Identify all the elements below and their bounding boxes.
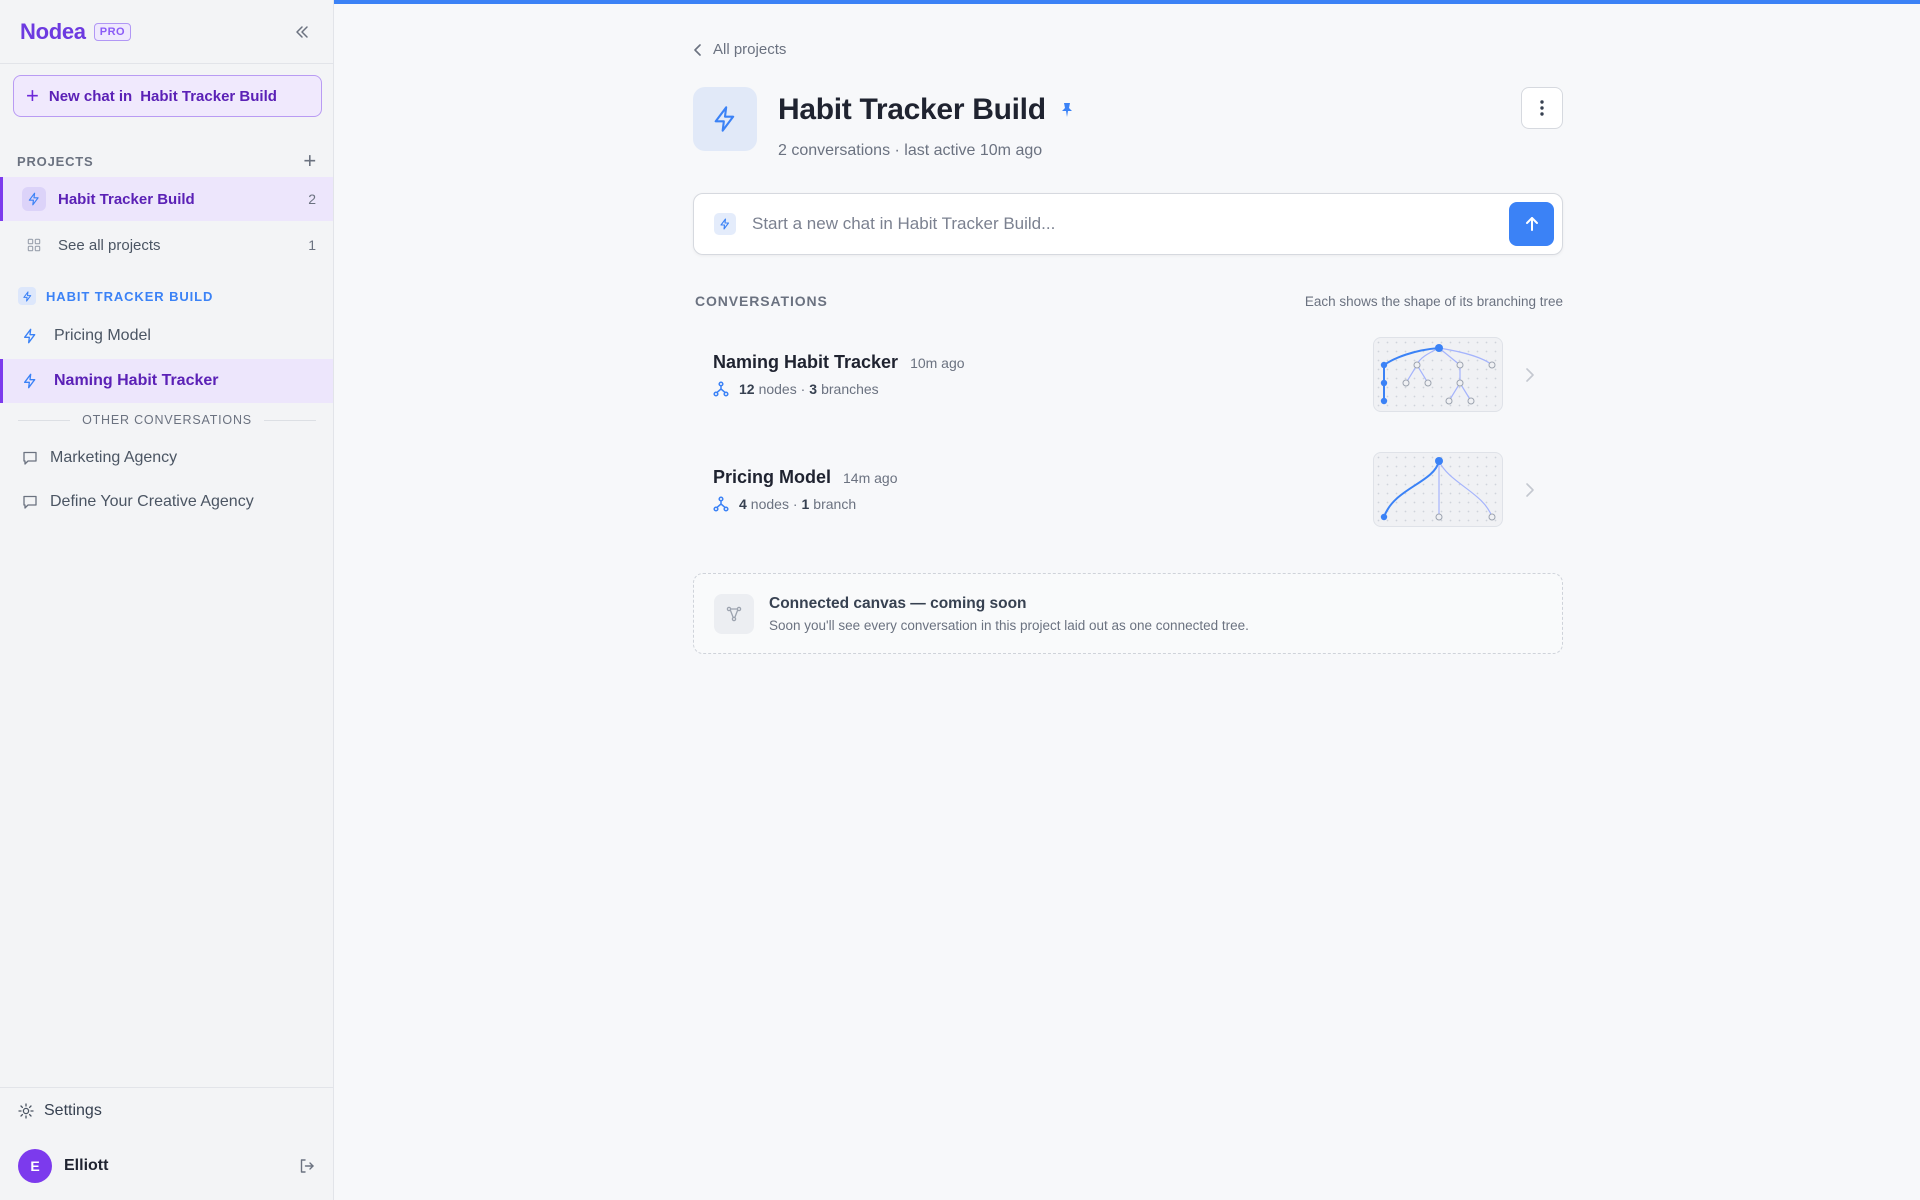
conversation-title: Naming Habit Tracker xyxy=(713,352,899,372)
tree-thumbnail xyxy=(1373,452,1503,527)
sidebar-project-label: Habit Tracker Build xyxy=(58,190,195,208)
top-progress-bar xyxy=(334,0,1920,4)
conversation-name: Pricing Model 14m ago xyxy=(713,467,898,488)
nodes-label: nodes · xyxy=(750,496,798,512)
send-button[interactable] xyxy=(1509,202,1554,246)
conversation-time: 10m ago xyxy=(910,355,965,371)
sidebar-see-all-projects[interactable]: See all projects 1 xyxy=(0,223,333,267)
chat-bubble-icon xyxy=(22,494,38,510)
node-count: 12 xyxy=(739,381,755,397)
page-title: Habit Tracker Build xyxy=(778,93,1074,127)
branch-icon xyxy=(713,496,729,512)
connected-canvas-notice: Connected canvas — coming soon Soon you'… xyxy=(693,573,1563,654)
collapse-sidebar-button[interactable] xyxy=(291,21,313,43)
pro-badge: PRO xyxy=(93,22,132,41)
user-name: Elliott xyxy=(64,1157,109,1174)
gear-icon xyxy=(18,1103,34,1119)
conversation-stats: 12 nodes · 3 branches xyxy=(713,381,879,397)
app-logo[interactable]: Nodea xyxy=(20,19,86,45)
chevron-left-icon xyxy=(693,43,703,56)
node-count: 4 xyxy=(739,496,747,512)
bolt-icon xyxy=(22,373,40,389)
conversation-title: Pricing Model xyxy=(713,467,832,487)
chat-bubble-icon xyxy=(22,450,38,466)
new-chat-prefix: New chat in xyxy=(48,87,133,105)
sidebar-project-count: 1 xyxy=(308,237,316,253)
branch-count: 3 xyxy=(809,381,818,397)
canvas-title: Connected canvas — coming soon xyxy=(769,595,1027,612)
bolt-icon xyxy=(714,213,736,235)
new-chat-input[interactable] xyxy=(752,214,1509,234)
other-conversations-divider: OTHER CONVERSATIONS xyxy=(18,413,316,427)
logo-row: Nodea PRO xyxy=(0,0,333,64)
collapse-icon xyxy=(296,25,308,38)
new-chat-button[interactable]: + New chat in Habit Tracker Build xyxy=(13,75,322,117)
project-icon-tile xyxy=(693,87,757,151)
user-row: E Elliott xyxy=(18,1149,316,1183)
chevron-right-icon xyxy=(1525,367,1535,383)
bolt-icon xyxy=(22,328,40,344)
bolt-icon xyxy=(714,106,735,132)
add-project-button[interactable]: + xyxy=(303,148,317,174)
bolt-icon xyxy=(18,287,36,305)
send-arrow-icon xyxy=(1525,217,1538,231)
canvas-icon xyxy=(714,594,754,634)
sidebar-conversation-naming-habit-tracker[interactable]: Naming Habit Tracker xyxy=(0,359,333,403)
avatar[interactable]: E xyxy=(18,1149,52,1183)
page-title-text: Habit Tracker Build xyxy=(778,93,1046,126)
branches-label: branch xyxy=(813,496,857,512)
branch-count: 1 xyxy=(801,496,810,512)
more-vertical-icon xyxy=(1540,100,1544,116)
conversations-heading: CONVERSATIONS xyxy=(695,293,828,309)
branches-label: branches xyxy=(821,381,879,397)
bolt-icon xyxy=(22,187,46,211)
conversation-stats: 4 nodes · 1 branch xyxy=(713,496,856,512)
nodes-label: nodes · xyxy=(758,381,806,397)
sidebar-footer: Settings E Elliott xyxy=(0,1087,333,1200)
back-to-all-projects-link[interactable]: All projects xyxy=(693,41,786,58)
chevron-right-icon xyxy=(1525,482,1535,498)
back-label: All projects xyxy=(713,41,787,58)
sidebar-other-label: Define Your Creative Agency xyxy=(50,493,254,510)
conversation-card-naming-habit-tracker[interactable]: Naming Habit Tracker 10m ago 12 nodes · … xyxy=(693,327,1563,423)
conversations-hint: Each shows the shape of its branching tr… xyxy=(1304,293,1563,309)
sidebar-project-count: 2 xyxy=(308,191,316,207)
sidebar-other-define-your-creative-agency[interactable]: Define Your Creative Agency xyxy=(22,493,254,511)
tree-thumbnail xyxy=(1373,337,1503,412)
pin-icon[interactable] xyxy=(1060,102,1074,118)
conversation-card-pricing-model[interactable]: Pricing Model 14m ago 4 nodes · 1 branch xyxy=(693,442,1563,538)
sidebar: Nodea PRO + New chat in Habit Tracker Bu… xyxy=(0,0,334,1200)
grid-icon xyxy=(22,233,46,257)
project-group-heading: HABIT TRACKER BUILD xyxy=(18,287,213,305)
branch-icon xyxy=(713,381,729,397)
project-meta: 2 conversations · last active 10m ago xyxy=(778,142,1043,159)
new-chat-input-bar xyxy=(693,193,1563,255)
sidebar-project-label: See all projects xyxy=(58,236,161,254)
sidebar-other-marketing-agency[interactable]: Marketing Agency xyxy=(22,449,177,467)
canvas-description: Soon you'll see every conversation in th… xyxy=(769,618,1249,633)
conversations-header: CONVERSATIONS Each shows the shape of it… xyxy=(695,293,1563,309)
project-group-label: HABIT TRACKER BUILD xyxy=(46,288,214,304)
sidebar-other-label: Marketing Agency xyxy=(50,449,178,466)
other-conversations-heading: OTHER CONVERSATIONS xyxy=(82,413,252,427)
settings-label: Settings xyxy=(44,1102,102,1119)
conversation-name: Naming Habit Tracker 10m ago xyxy=(713,352,965,373)
projects-heading: PROJECTS + xyxy=(17,148,317,174)
settings-button[interactable]: Settings xyxy=(18,1102,102,1120)
projects-heading-label: PROJECTS xyxy=(17,153,94,169)
plus-icon: + xyxy=(26,83,39,108)
sidebar-conversation-label: Naming Habit Tracker xyxy=(54,372,219,389)
sidebar-project-habit-tracker-build[interactable]: Habit Tracker Build 2 xyxy=(0,177,333,221)
more-options-button[interactable] xyxy=(1521,87,1563,129)
logout-icon xyxy=(300,1159,314,1173)
conversation-time: 14m ago xyxy=(843,470,898,486)
sidebar-conversation-label: Pricing Model xyxy=(54,327,151,344)
logout-button[interactable] xyxy=(298,1157,316,1175)
new-chat-project: Habit Tracker Build xyxy=(140,87,277,105)
sidebar-conversation-pricing-model[interactable]: Pricing Model xyxy=(0,314,333,358)
